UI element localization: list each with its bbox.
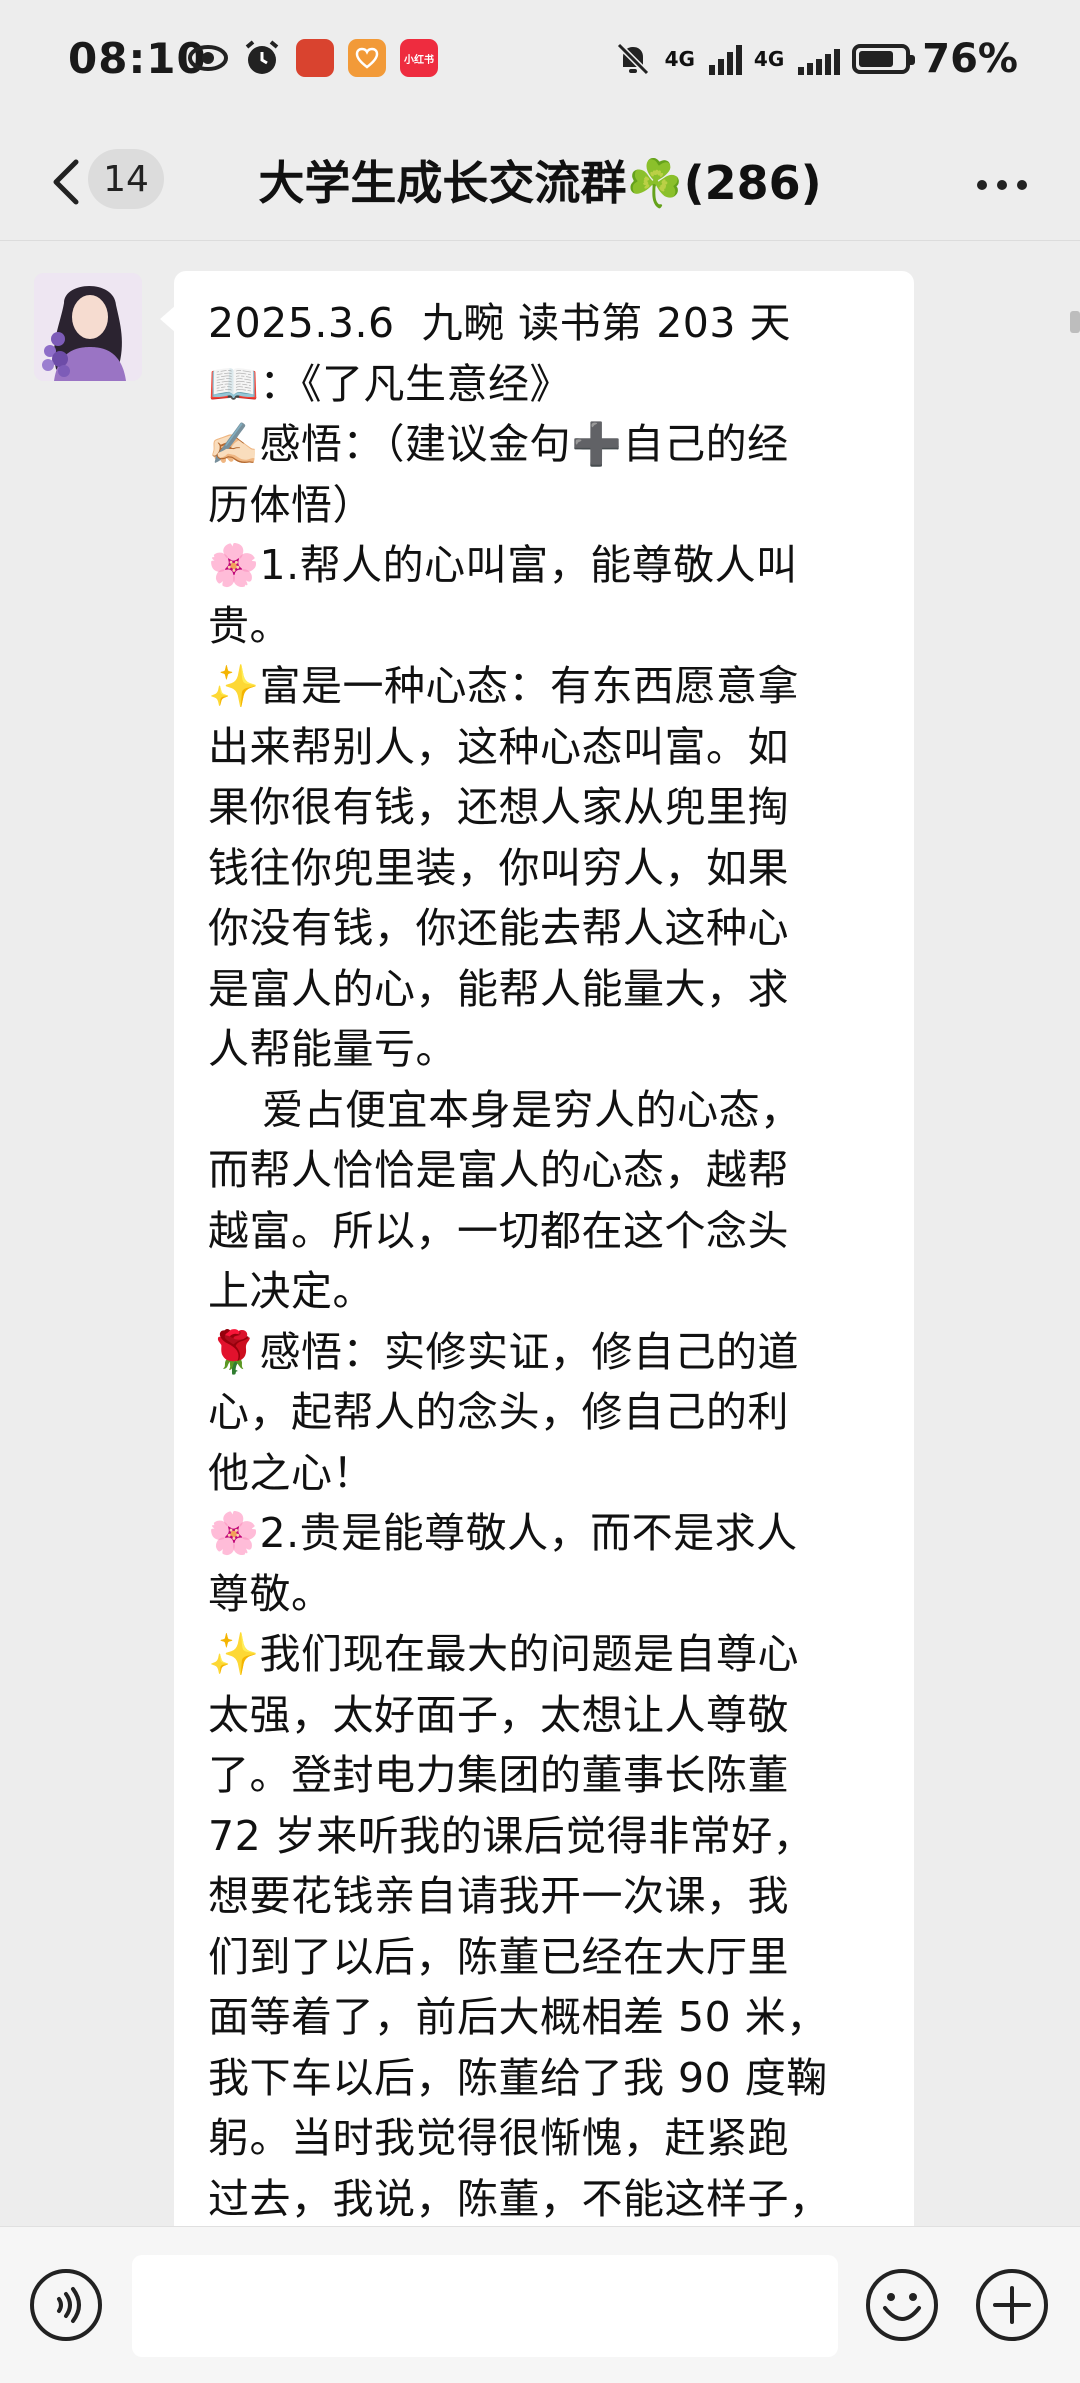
message-line: 躬。当时我觉得很惭愧，赶紧跑 (208, 2114, 789, 2162)
chat-input-bar (0, 2226, 1080, 2383)
eye-icon (188, 38, 228, 78)
message-line: 人帮能量亏。 (208, 1025, 457, 1073)
more-actions-button[interactable] (974, 2267, 1050, 2343)
chat-title: 大学生成长交流群☘️(286) (258, 156, 822, 210)
message-line: 心，起帮人的念头，修自己的利 (208, 1388, 789, 1436)
sender-avatar[interactable] (34, 273, 142, 381)
message-line: 2025.3.6 九畹 读书第 203 天 (208, 299, 791, 347)
message-line: 面等着了，前后大概相差 50 米， (208, 1993, 828, 2041)
message-text: 2025.3.6 九畹 读书第 203 天 📖：《了凡生意经》 ✍🏻感悟：（建议金句… (208, 293, 888, 2226)
emoji-button[interactable] (864, 2267, 940, 2343)
message-line: 出来帮别人，这种心态叫富。如 (208, 722, 789, 771)
message-line: 他之心！ (208, 1448, 374, 1497)
message-line: 越富。所以，一切都在这个念头 (208, 1206, 789, 1255)
message-line: ✨富是一种心态：有东西愿意拿 (208, 662, 800, 710)
message-line: 🌹感悟：实修实证，修自己的道 (208, 1327, 800, 1376)
message-line: 我下车以后，陈董给了我 90 度鞠 (208, 2053, 828, 2102)
emoji-icon (866, 2269, 938, 2341)
status-notification-icons: 小红书 (188, 38, 438, 78)
more-options-button[interactable] (972, 155, 1032, 215)
app-icon-2 (348, 39, 386, 77)
message-line: 想要花钱亲自请我开一次课，我 (208, 1872, 789, 1920)
message-line: 上决定。 (208, 1267, 374, 1315)
status-time: 08:10 (68, 34, 207, 83)
message-line: 太强，太好面子，太想让人尊敬 (208, 1690, 789, 1739)
xiaohongshu-icon: 小红书 (400, 39, 438, 77)
message-line: 贵。 (208, 601, 291, 650)
battery-fill (859, 51, 893, 67)
message-line: 你没有钱，你还能去帮人这种心 (208, 904, 789, 952)
message-line: 🌸1.帮人的心叫富，能尊敬人叫 (208, 541, 798, 589)
battery-icon (852, 44, 916, 74)
message-input[interactable] (132, 2255, 838, 2357)
mute-bell-icon (613, 39, 653, 79)
message-line: 尊敬。 (208, 1569, 333, 1618)
message-line: ✨我们现在最大的问题是自尊心 (208, 1630, 800, 1678)
network-type-2: 4G (753, 47, 785, 71)
signal-strength-icon-2 (798, 43, 841, 75)
scroll-indicator[interactable] (1070, 311, 1080, 333)
message-line: 爱占便宜本身是穷人的心态， (208, 1085, 802, 1134)
message-line: 过去，我说，陈董，不能这样子， (208, 2174, 831, 2223)
voice-input-button[interactable] (28, 2267, 104, 2343)
message-line: 历体悟） (208, 480, 374, 529)
message-line: 72 岁来听我的课后觉得非常好， (208, 1811, 815, 1860)
message-line: 🌸2.贵是能尊敬人，而不是求人 (208, 1509, 798, 1557)
battery-percent: 76% (922, 36, 1018, 82)
voice-icon (30, 2269, 102, 2341)
message-list[interactable]: 2025.3.6 九畹 读书第 203 天 📖：《了凡生意经》 ✍🏻感悟：（建议金句… (0, 241, 1080, 2226)
plus-icon (976, 2269, 1048, 2341)
message-line: 而帮人恰恰是富人的心态，越帮 (208, 1146, 789, 1194)
message-line: 📖：《了凡生意经》 (208, 359, 572, 408)
status-system-icons: 4G 4G 76% (613, 36, 1018, 82)
message-line: 果你很有钱，还想人家从兜里掏 (208, 783, 789, 831)
message-line: 们到了以后，陈董已经在大厅里 (208, 1932, 789, 1981)
app-icon-1 (296, 39, 334, 77)
chat-header: 14 大学生成长交流群☘️(286) (0, 125, 1080, 241)
message-bubble[interactable]: 2025.3.6 九畹 读书第 203 天 📖：《了凡生意经》 ✍🏻感悟：（建议金句… (160, 271, 914, 2226)
message-line: 钱往你兜里装，你叫穷人，如果 (208, 843, 789, 892)
alarm-clock-icon (242, 38, 282, 78)
more-dots-icon (977, 180, 1027, 190)
message-line: 是富人的心，能帮人能量大，求 (208, 964, 789, 1013)
status-bar: 08:10 小红书 4G 4G 76% (0, 0, 1080, 125)
message-line: ✍🏻感悟：（建议金句➕自己的经 (208, 420, 789, 468)
signal-strength-icon (708, 43, 742, 75)
network-type-1: 4G (664, 47, 695, 71)
message-line: 了。登封电力集团的董事长陈董 (208, 1751, 789, 1799)
